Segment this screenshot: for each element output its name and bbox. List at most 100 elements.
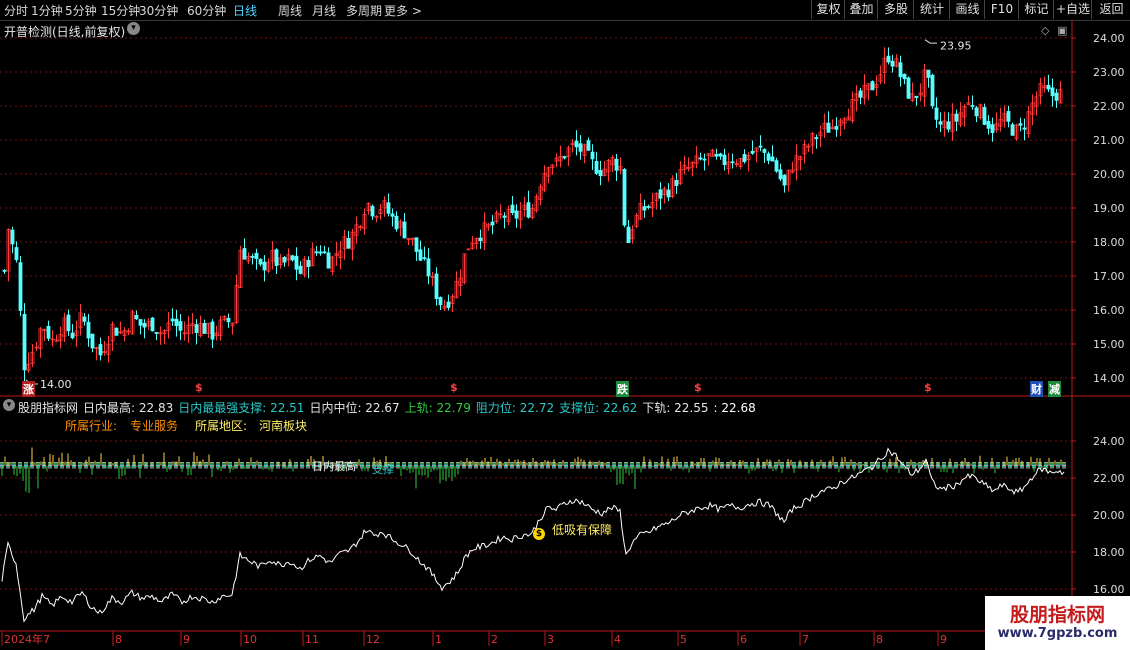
candle-body [626,226,631,244]
candle-body [514,210,519,219]
overlap-label: 日内最高 [312,460,356,473]
candle-body [2,269,7,272]
candle-body [906,77,911,99]
price-tick-label: 17.00 [1093,270,1125,283]
candle-body [814,137,819,140]
candle-body [14,247,19,261]
candle-body [698,157,703,160]
candle-body [666,189,671,198]
time-axis-label: 9 [183,633,190,646]
indicator-chevron-icon[interactable]: ▾ [3,399,15,411]
price-tick-label: 14.00 [1093,372,1125,385]
candle-body [914,95,919,98]
candle-body [82,316,87,322]
watermark-url: www.7gpzb.com [997,626,1118,641]
indicator-value: 日内最高: 22.83 [83,401,174,415]
watermark-logo: 股朋指标网 www.7gpzb.com [985,596,1130,650]
candle-body [594,160,599,174]
candle-body [114,327,119,336]
candle-body [598,170,603,177]
time-axis-label: 6 [740,633,747,646]
candle-body [446,301,451,308]
candle-body [774,160,779,172]
candle-body [438,297,443,306]
candle-body [750,150,755,154]
time-axis-label: 11 [305,633,319,646]
candle-body [10,229,15,245]
time-axis-label: 1 [435,633,442,646]
candle-body [394,215,399,230]
candle-body [858,90,863,98]
candle-body [986,120,991,129]
candle-body [778,169,783,180]
candle-body [990,124,995,134]
candle-body [402,221,407,239]
candle-body [390,213,395,217]
candle-body [18,262,23,311]
indicator-tick-label: 18.00 [1093,546,1125,559]
candle-body [1054,92,1059,101]
candle-body [142,322,147,328]
candle-body [714,153,719,157]
candle-body [1010,124,1015,136]
candle-body [574,140,579,148]
candle-body [1006,111,1011,122]
indicator-name: 股朋指标网 [18,401,79,415]
candle-body [762,149,767,153]
signal-dollar: $ [450,381,458,394]
candle-body [954,113,959,122]
candle-body [274,249,279,266]
price-tick-label: 15.00 [1093,338,1125,351]
candle-body [478,237,483,242]
time-axis-label: 12 [366,633,380,646]
candle-body [1018,123,1023,126]
candle-body [306,260,311,268]
candle-body [870,81,875,91]
candle-body [242,248,247,260]
diamond-icon[interactable]: ◇ [1041,24,1049,37]
price-tick-label: 18.00 [1093,236,1125,249]
chart-area: 24.00 23.00 22.00 21.00 20.00 19.00 18.00 17.00… [0,20,1130,646]
indicator-value: 日内中位: 22.67 [309,401,400,415]
candle-body [766,153,771,161]
region-label: 所属地区: [195,419,248,433]
high-price-label: 23.95 [940,40,972,53]
time-axis-label: 2024年7 [4,632,50,646]
signal-jian: 减 [1048,381,1061,397]
indicator-tick-label: 22.00 [1093,472,1125,485]
candle-body [510,204,515,214]
window-toggle-icon[interactable]: ▣ [1057,24,1067,37]
time-axis-label: 3 [547,633,554,646]
candle-body [370,205,375,217]
candle-body [294,255,299,270]
candle-body [70,332,75,339]
chevron-down-icon[interactable]: ▾ [127,22,140,35]
candle-body [422,257,427,260]
time-axis-label: 8 [115,633,122,646]
candle-body [782,174,787,186]
candle-body [178,321,183,331]
candle-body [490,221,495,226]
candle-body [174,318,179,327]
time-axis-label: 10 [243,633,257,646]
candle-body [722,154,727,166]
high-marker-line [924,39,937,44]
indicator-tick-label: 16.00 [1093,583,1125,596]
candle-body [826,122,831,133]
candle-body [202,322,207,334]
signal-die: 跌 [616,381,629,397]
indicator-value: 日内最最强支撑: 22.51 [178,401,305,415]
candle-body [902,73,907,80]
candle-body [974,107,979,117]
indicator-values: 日内最高: 22.83 日内最最强支撑: 22.51 日内中位: 22.67 上轨: … [83,399,761,416]
candle-body [86,321,91,339]
candle-body [834,126,839,130]
candle-body [946,121,951,130]
industry-label: 所属行业: [65,419,118,433]
candle-body [502,215,507,218]
time-axis-label: 5 [680,633,687,646]
candle-body [98,344,103,356]
candle-body [646,206,651,208]
candle-body [890,60,895,67]
price-tick-label: 24.00 [1093,32,1125,45]
